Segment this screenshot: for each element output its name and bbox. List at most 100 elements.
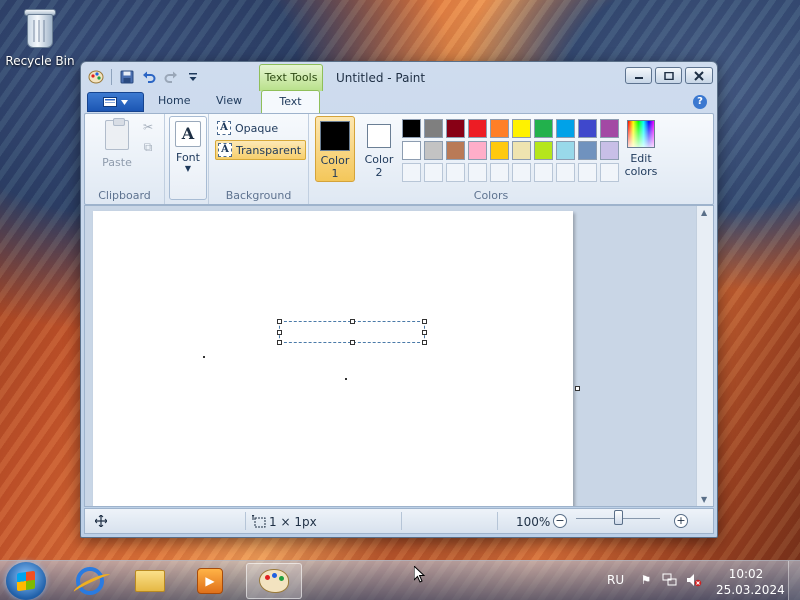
taskbar-windows-explorer[interactable] bbox=[122, 563, 178, 599]
clipboard-group-label: Clipboard bbox=[98, 189, 151, 202]
resize-handle[interactable] bbox=[422, 319, 427, 324]
paint-menu-button[interactable] bbox=[87, 92, 144, 112]
text-input-box[interactable] bbox=[277, 319, 427, 345]
language-indicator[interactable]: RU bbox=[607, 573, 624, 587]
action-center-flag-icon[interactable]: ⚑ bbox=[638, 573, 654, 589]
tab-home[interactable]: Home bbox=[158, 94, 190, 107]
customize-qat-icon[interactable] bbox=[184, 68, 202, 86]
resize-handle[interactable] bbox=[277, 319, 282, 324]
palette-swatch[interactable] bbox=[512, 119, 531, 138]
palette-empty-swatch[interactable] bbox=[534, 163, 553, 182]
resize-handle[interactable] bbox=[422, 330, 427, 335]
minimize-button[interactable] bbox=[625, 67, 652, 84]
paste-icon bbox=[105, 118, 129, 150]
paint-icon bbox=[259, 569, 289, 593]
resize-handle[interactable] bbox=[277, 330, 282, 335]
palette-swatch[interactable] bbox=[468, 119, 487, 138]
palette-swatch[interactable] bbox=[490, 141, 509, 160]
chevron-down-icon bbox=[121, 99, 128, 105]
palette-empty-swatch[interactable] bbox=[556, 163, 575, 182]
internet-explorer-icon bbox=[76, 567, 104, 595]
maximize-icon bbox=[663, 71, 674, 80]
palette-swatch[interactable] bbox=[446, 119, 465, 138]
color2-button[interactable]: Color 2 bbox=[359, 116, 399, 182]
zoom-in-button[interactable]: + bbox=[674, 514, 688, 528]
palette-swatch[interactable] bbox=[490, 119, 509, 138]
show-desktop-button[interactable] bbox=[788, 561, 800, 600]
resize-handle[interactable] bbox=[422, 340, 427, 345]
palette-swatch[interactable] bbox=[600, 119, 619, 138]
taskbar-internet-explorer[interactable] bbox=[62, 563, 118, 599]
palette-empty-swatch[interactable] bbox=[512, 163, 531, 182]
help-icon[interactable]: ? bbox=[693, 95, 707, 109]
paste-button[interactable]: Paste bbox=[101, 118, 133, 169]
palette-swatch[interactable] bbox=[556, 119, 575, 138]
palette-empty-swatch[interactable] bbox=[402, 163, 421, 182]
edit-colors-button[interactable]: Edit colors bbox=[621, 120, 661, 178]
title-bar[interactable]: Text Tools Untitled - Paint bbox=[81, 62, 717, 92]
volume-muted-icon[interactable] bbox=[686, 573, 702, 589]
resize-handle[interactable] bbox=[277, 340, 282, 345]
font-icon: A bbox=[175, 121, 201, 147]
canvas-area[interactable]: ▲ ▼ bbox=[84, 205, 714, 507]
palette-empty-swatch[interactable] bbox=[600, 163, 619, 182]
start-button[interactable] bbox=[6, 562, 46, 600]
vertical-scrollbar[interactable]: ▲ ▼ bbox=[696, 206, 713, 506]
maximize-button[interactable] bbox=[655, 67, 682, 84]
tab-view[interactable]: View bbox=[216, 94, 242, 107]
palette-swatch[interactable] bbox=[512, 141, 531, 160]
palette-swatch[interactable] bbox=[446, 141, 465, 160]
palette-empty-swatch[interactable] bbox=[446, 163, 465, 182]
palette-swatch[interactable] bbox=[534, 119, 553, 138]
palette-empty-swatch[interactable] bbox=[578, 163, 597, 182]
font-label: Font bbox=[176, 151, 200, 164]
palette-swatch[interactable] bbox=[534, 141, 553, 160]
transparent-button[interactable]: A Transparent bbox=[215, 140, 307, 160]
close-button[interactable] bbox=[685, 67, 713, 84]
tab-text[interactable]: Text bbox=[261, 90, 320, 114]
cut-icon[interactable]: ✂ bbox=[141, 120, 155, 134]
opaque-button[interactable]: A Opaque bbox=[215, 118, 282, 138]
palette-swatch[interactable] bbox=[556, 141, 575, 160]
palette-swatch[interactable] bbox=[578, 141, 597, 160]
recycle-bin-icon bbox=[23, 6, 57, 48]
menu-icon bbox=[103, 97, 117, 107]
palette-swatch[interactable] bbox=[424, 141, 443, 160]
scroll-down-icon[interactable]: ▼ bbox=[701, 495, 707, 504]
caption-buttons bbox=[625, 67, 713, 84]
color1-button[interactable]: Color 1 bbox=[315, 116, 355, 182]
palette-swatch[interactable] bbox=[468, 141, 487, 160]
paint-app-icon[interactable] bbox=[87, 68, 105, 86]
palette-empty-swatch[interactable] bbox=[424, 163, 443, 182]
system-clock[interactable]: 10:02 25.03.2024 bbox=[716, 566, 785, 598]
taskbar-paint[interactable] bbox=[246, 563, 302, 599]
palette-swatch[interactable] bbox=[578, 119, 597, 138]
palette-swatch[interactable] bbox=[424, 119, 443, 138]
copy-icon[interactable]: ⧉ bbox=[141, 140, 155, 154]
resize-handle[interactable] bbox=[350, 319, 355, 324]
scroll-up-icon[interactable]: ▲ bbox=[701, 208, 707, 217]
resize-handle[interactable] bbox=[350, 340, 355, 345]
taskbar-media-player[interactable]: ▶ bbox=[182, 563, 238, 599]
transparent-icon: A bbox=[218, 143, 232, 157]
font-button[interactable]: A Font ▼ bbox=[169, 116, 207, 200]
palette-swatch[interactable] bbox=[600, 141, 619, 160]
palette-empty-swatch[interactable] bbox=[468, 163, 487, 182]
palette-swatch[interactable] bbox=[402, 141, 421, 160]
color2-swatch bbox=[367, 124, 391, 148]
redo-icon[interactable] bbox=[162, 68, 180, 86]
font-group: A Font ▼ bbox=[167, 114, 209, 204]
drawing-canvas[interactable] bbox=[93, 211, 573, 506]
palette-swatch[interactable] bbox=[402, 119, 421, 138]
undo-icon[interactable] bbox=[140, 68, 158, 86]
zoom-out-button[interactable]: − bbox=[553, 514, 567, 528]
status-separator bbox=[245, 512, 246, 530]
palette-empty-swatch[interactable] bbox=[490, 163, 509, 182]
color1-swatch bbox=[320, 121, 350, 151]
zoom-slider-thumb[interactable] bbox=[614, 510, 623, 525]
canvas-resize-handle[interactable] bbox=[575, 386, 580, 391]
network-icon[interactable] bbox=[662, 573, 678, 589]
recycle-bin-shortcut[interactable]: Recycle Bin bbox=[4, 6, 76, 68]
save-icon[interactable] bbox=[118, 68, 136, 86]
color1-label: Color 1 bbox=[320, 154, 350, 180]
